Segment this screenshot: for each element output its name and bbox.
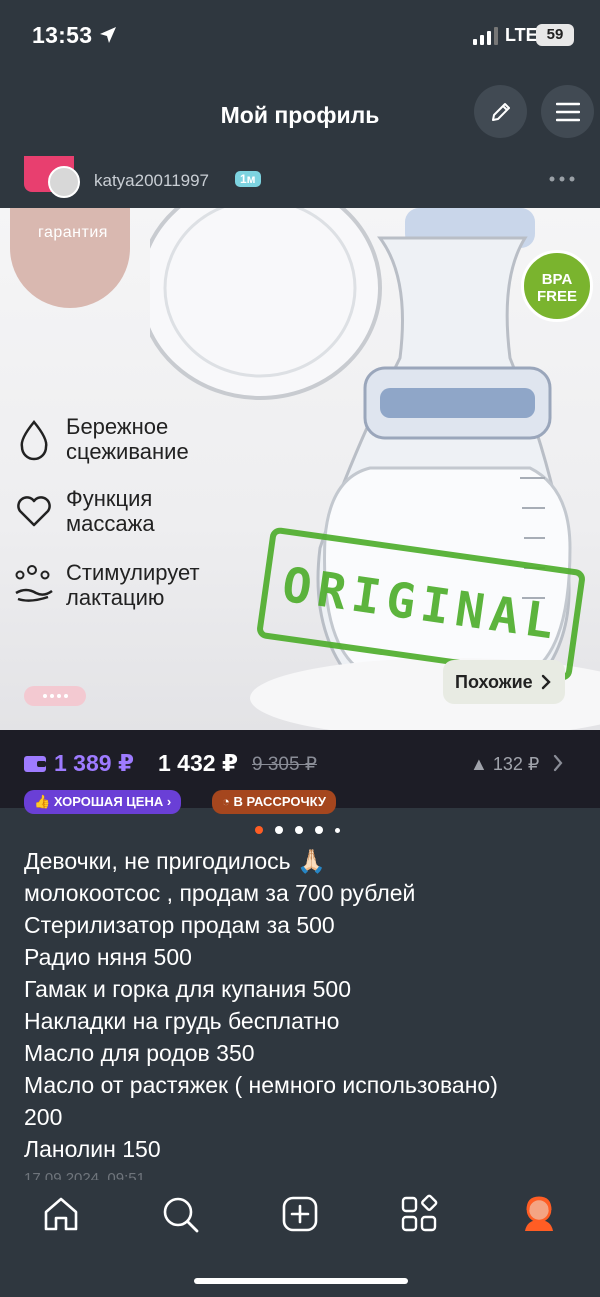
old-price: 9 305 ₽ (252, 754, 317, 775)
chevron-right-icon (541, 674, 551, 690)
carousel-dot (295, 826, 303, 834)
catalog-icon[interactable] (399, 1194, 439, 1234)
bottom-nav (0, 1182, 600, 1297)
similar-button[interactable]: Похожие (443, 660, 565, 704)
feature-line: сцеживание (66, 439, 189, 464)
price-bar[interactable]: 1 389 ₽ 1 432 ₽ 9 305 ₽ ▲ 132 ₽ 👍 ХОРОША… (0, 730, 600, 814)
status-time: 13:53 (32, 22, 93, 48)
feature-gentle: Бережное сцеживание (12, 414, 189, 464)
bpa-free-badge: BPA FREE (521, 250, 593, 322)
post-text-line: Ланолин 150 (24, 1136, 161, 1162)
avatar[interactable] (48, 166, 80, 198)
bpa-line2: FREE (536, 288, 577, 305)
add-icon[interactable] (280, 1194, 320, 1234)
post-text-line: 200 (24, 1104, 63, 1130)
post-text-line: молокоотсос , продам за 700 рублей (24, 880, 416, 906)
drop-icon (20, 420, 48, 461)
price-delta: ▲ 132 ₽ (470, 754, 540, 774)
home-icon[interactable] (41, 1194, 81, 1234)
search-icon[interactable] (160, 1194, 200, 1234)
installment-label: В РАССРОЧКУ (233, 794, 326, 809)
post-author-row[interactable]: katya20011997 1м (0, 154, 600, 208)
bpa-line1: BPA (541, 271, 573, 288)
post-text-line: Радио няня 500 (24, 944, 192, 970)
post-text-line: Масло для родов 350 (24, 1040, 255, 1066)
post-text-line: Накладки на грудь бесплатно (24, 1008, 340, 1034)
status-bar: 13:53 LTE 59 (0, 0, 600, 72)
profile-icon[interactable] (519, 1194, 559, 1234)
post-text-line: Девочки, не пригодилось 🙏🏻 (24, 848, 326, 874)
post-text-line: Гамак и горка для купания 500 (24, 976, 351, 1002)
carousel-dot-active (255, 826, 263, 834)
card-price: 1 389 ₽ (54, 750, 134, 776)
author-name[interactable]: katya20011997 (94, 171, 209, 191)
feature-line: массажа (66, 511, 155, 536)
feature-line: лактацию (66, 585, 165, 610)
product-image[interactable]: гарантия BPA FREE Бережное сцеживание Фу… (0, 208, 600, 730)
flowers-hand-icon (15, 565, 53, 602)
home-indicator (194, 1278, 408, 1284)
wallet-icon (24, 756, 46, 772)
warranty-badge: гарантия (10, 208, 130, 308)
hamburger-icon (555, 102, 580, 121)
network-label: LTE (505, 25, 538, 45)
installment-chip[interactable]: ◔ В РАССРОЧКУ (212, 790, 336, 814)
heart-icon (17, 496, 51, 527)
feature-line: Стимулирует (66, 560, 200, 585)
feature-line: Функция (66, 486, 153, 511)
chevron-right-icon[interactable] (552, 754, 564, 772)
feature-line: Бережное (66, 414, 169, 439)
menu-button[interactable] (541, 85, 594, 138)
carousel-dots (255, 826, 340, 834)
location-arrow-icon (100, 27, 116, 43)
more-options-icon[interactable] (548, 174, 576, 184)
post-date: 17.09.2024, 09:51 (24, 1170, 145, 1180)
similar-label: Похожие (455, 671, 533, 692)
pencil-icon (491, 102, 510, 121)
image-pagination (24, 686, 86, 706)
good-price-label: ХОРОШАЯ ЦЕНА (53, 794, 164, 809)
edit-button[interactable] (474, 85, 527, 138)
carousel-dot (315, 826, 323, 834)
price: 1 432 ₽ (158, 750, 238, 776)
post-text: Девочки, не пригодилось 🙏🏻 молокоотсос ,… (24, 845, 580, 1165)
time-badge: 1м (235, 171, 261, 187)
header: Мой профиль (0, 72, 600, 154)
feature-massage: Функция массажа (12, 486, 155, 536)
signal-icon (473, 27, 498, 45)
battery-icon: 59 (536, 24, 574, 46)
carousel-dot (275, 826, 283, 834)
post-text-line: Масло от растяжек ( немного использовано… (24, 1072, 498, 1098)
post-text-line: Стерилизатор продам за 500 (24, 912, 335, 938)
warranty-text: гарантия (38, 224, 108, 241)
good-price-chip[interactable]: 👍 ХОРОШАЯ ЦЕНА › (24, 790, 182, 814)
feature-lactation: Стимулирует лактацию (12, 560, 200, 610)
carousel-dot (335, 827, 340, 833)
